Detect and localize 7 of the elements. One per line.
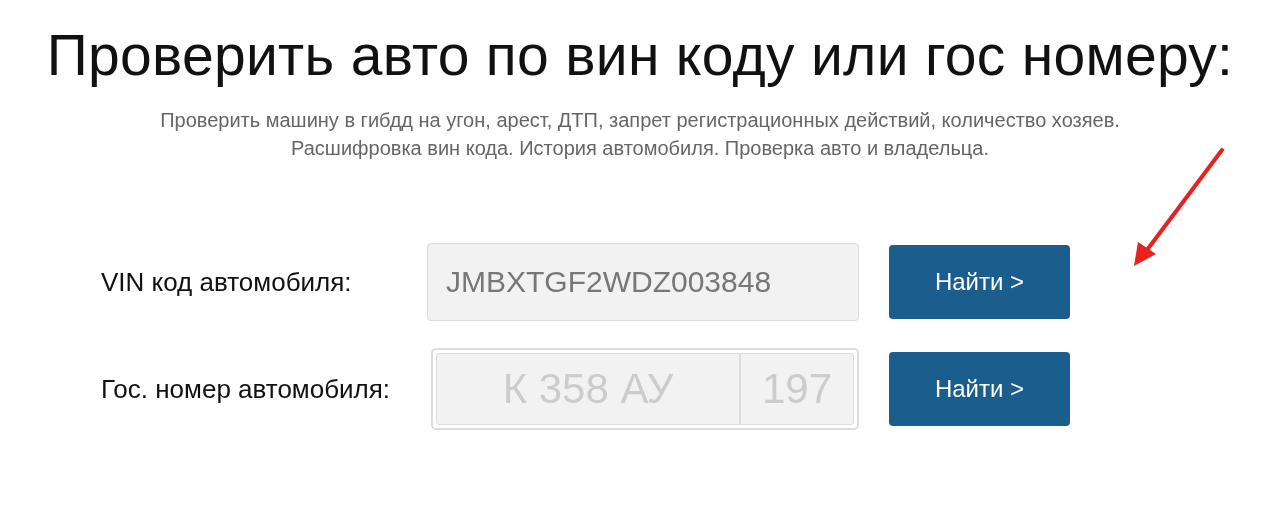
vin-input-field[interactable]: JMBXTGF2WDZ003848 [427,243,859,321]
page-description: Проверить машину в гибдд на угон, арест, ДТП, запрет регистрационных действий, количество хозяев. Расшифровка вин кода. История автомобиля. Проверка авто и владельца. [160,108,1120,161]
field-label: Гос. номер автомобиля: [100,373,392,405]
search-button[interactable]: Найти > [889,245,1070,319]
field-label: VIN код автомобиля: [100,266,353,298]
search-button[interactable]: Найти > [889,352,1070,426]
page-title: Проверить авто по вин коду или гос номеру: [45,22,1235,88]
